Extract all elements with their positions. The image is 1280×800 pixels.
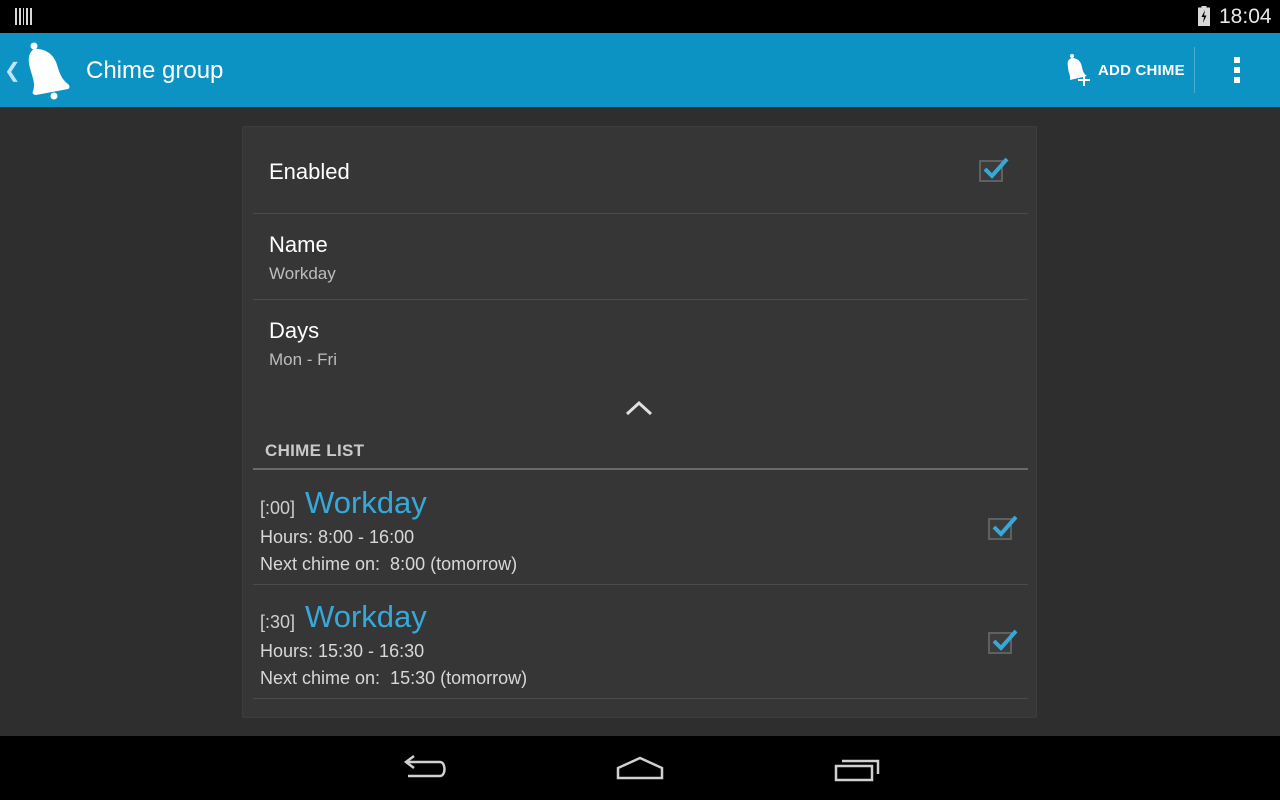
action-bar: ❮ Chime group ADD CHIME	[0, 33, 1280, 107]
chime-list-item[interactable]: [:00] Workday Hours: 8:00 - 16:00 Next c…	[253, 471, 1028, 585]
up-navigation-icon[interactable]: ❮	[4, 58, 21, 83]
chime-hours: Hours: 8:00 - 16:00	[260, 527, 415, 547]
name-summary: Workday	[269, 264, 336, 283]
bell-icon[interactable]	[22, 40, 78, 102]
enabled-title: Enabled	[269, 159, 350, 184]
enabled-checkbox[interactable]	[979, 157, 1009, 182]
chevron-up-icon[interactable]	[624, 399, 654, 417]
days-summary: Mon - Fri	[269, 350, 337, 369]
notification-icon	[15, 8, 32, 25]
name-preference[interactable]: Name Workday	[253, 214, 1028, 300]
battery-charging-icon	[1198, 6, 1210, 26]
checkmark-icon	[992, 629, 1018, 651]
chime-next: Next chime on: 15:30 (tomorrow)	[260, 668, 528, 688]
chime-hours: Hours: 15:30 - 16:30	[260, 641, 425, 661]
checkmark-icon	[983, 157, 1009, 179]
status-clock: 18:04	[1219, 5, 1272, 28]
chime-enabled-checkbox[interactable]	[988, 515, 1018, 540]
days-title: Days	[269, 318, 320, 343]
overflow-menu-icon[interactable]	[1218, 45, 1258, 95]
chime-list-item[interactable]: [:30] Workday Hours: 15:30 - 16:30 Next …	[253, 585, 1028, 699]
recents-icon[interactable]	[828, 748, 888, 788]
enabled-preference[interactable]: Enabled	[253, 127, 1028, 214]
chime-group-card: Enabled Name Workday Days Mon - Fri CHIM…	[242, 126, 1037, 718]
chime-name: Workday	[305, 599, 427, 634]
add-chime-button[interactable]: ADD CHIME	[1058, 33, 1194, 107]
add-chime-label: ADD CHIME	[1098, 61, 1185, 79]
chime-next: Next chime on: 8:00 (tomorrow)	[260, 554, 518, 574]
navigation-bar	[0, 736, 1280, 800]
chime-list-header: CHIME LIST	[265, 441, 365, 460]
page-title: Chime group	[86, 57, 224, 84]
home-icon[interactable]	[610, 748, 670, 788]
section-divider	[253, 468, 1028, 470]
chime-offset: [:00]	[260, 498, 296, 518]
back-icon[interactable]	[394, 748, 454, 788]
action-bar-divider	[1194, 47, 1195, 93]
chime-offset: [:30]	[260, 612, 296, 632]
checkmark-icon	[992, 515, 1018, 537]
chime-enabled-checkbox[interactable]	[988, 629, 1018, 654]
name-title: Name	[269, 232, 328, 257]
chime-name: Workday	[305, 485, 427, 520]
days-preference[interactable]: Days Mon - Fri	[253, 300, 1028, 386]
bell-plus-icon	[1067, 54, 1090, 86]
status-bar: 18:04	[0, 0, 1280, 33]
